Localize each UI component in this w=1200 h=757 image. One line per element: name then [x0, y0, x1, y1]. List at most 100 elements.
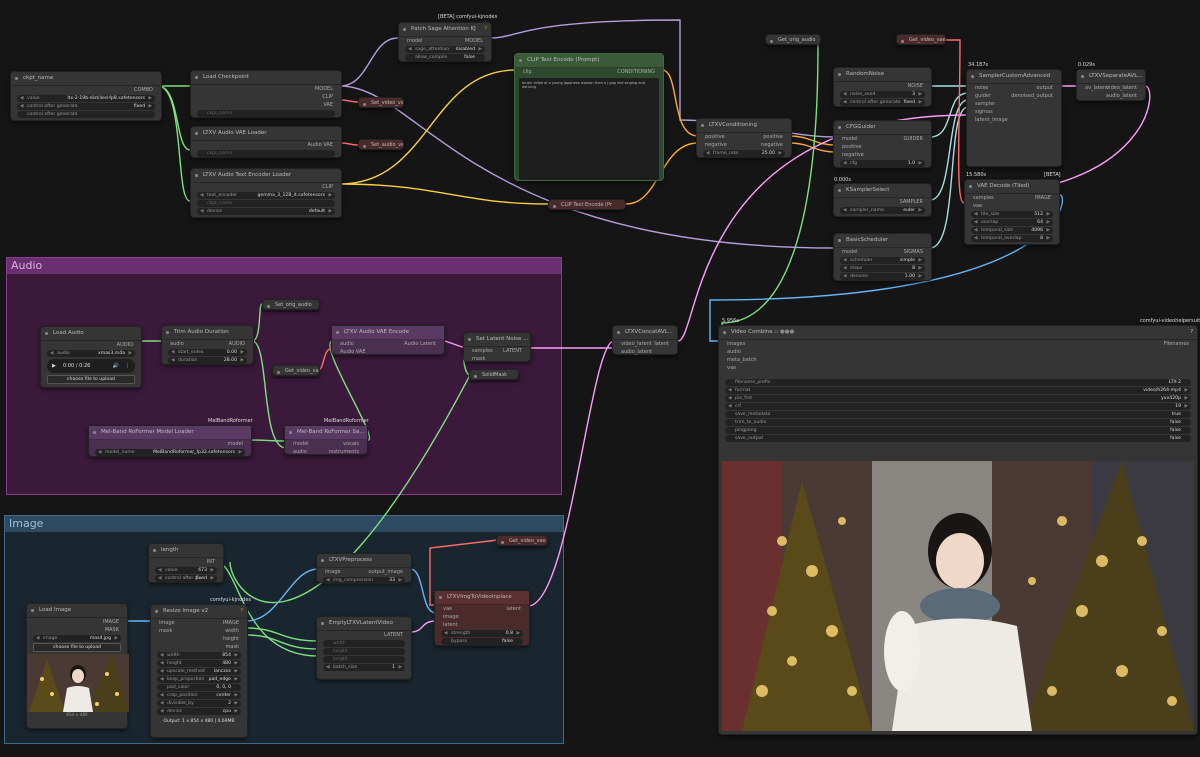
- random-noise-node[interactable]: RandomNoise NOISE ◀ noise_seed 3 ▶ ◀ control…: [833, 67, 932, 107]
- empty-latent-out[interactable]: LATENT: [384, 631, 403, 639]
- vae-image-out[interactable]: IMAGE: [1035, 194, 1051, 202]
- length-value-widget[interactable]: ◀ value 673 ▶: [155, 567, 217, 574]
- load-audio-out[interactable]: AUDIO: [117, 341, 133, 349]
- audio-vae-ckpt-widget[interactable]: ckpt_name: [197, 150, 335, 157]
- vc-filenames-out[interactable]: Filenames: [1164, 340, 1189, 348]
- vae-samples-in[interactable]: samples: [973, 194, 994, 202]
- patch-sage-model-in[interactable]: model: [407, 37, 423, 45]
- vae-vae-in[interactable]: vae: [973, 202, 982, 210]
- load-checkpoint-clip-out[interactable]: CLIP: [322, 93, 333, 101]
- load-image-node[interactable]: Load Image IMAGE MASK ◀ image mas4.jpg ▶ ch…: [26, 603, 129, 729]
- text-encoder-loader-node[interactable]: LTXV Audio Text Encoder Loader CLIP ◀ tex…: [190, 168, 342, 218]
- model-name-widget[interactable]: ◀ model_name MelBandRoformer_fp32.safetens…: [95, 449, 245, 456]
- noise-out[interactable]: NOISE: [908, 82, 923, 90]
- batch-size-widget[interactable]: ◀ batch_size 1 ▶: [323, 664, 405, 671]
- vc-crf-widget[interactable]: ◀ crf 19 ▶: [725, 403, 1191, 410]
- melsa-vocals-out[interactable]: vocals: [343, 440, 359, 448]
- basic-scheduler-node[interactable]: BasicScheduler model SIGMAS ◀ scheduler sim…: [833, 233, 932, 281]
- sep-av-latent-in[interactable]: av_latent: [1085, 84, 1108, 92]
- length-int-out[interactable]: INT: [207, 558, 215, 566]
- trim-audio-node[interactable]: Trim Audio Duration audio AUDIO ◀ start_in…: [161, 325, 254, 365]
- empty-length-widget[interactable]: length: [323, 656, 405, 663]
- cond-negative-out[interactable]: negative: [761, 141, 783, 149]
- resize-image-in[interactable]: image: [159, 619, 175, 627]
- image-file-widget[interactable]: ◀ image mas4.jpg ▶: [33, 635, 121, 642]
- sampler-out[interactable]: SAMPLER: [900, 198, 923, 206]
- ksampler-select-node[interactable]: KSamplerSelect SAMPLER ◀ sampler_name eule…: [833, 183, 932, 217]
- strength-widget[interactable]: ◀ strength 0.8 ▶: [441, 630, 523, 637]
- guider-positive-in[interactable]: positive: [842, 143, 862, 151]
- set-video-vae-node[interactable]: Set_video_vae: [358, 97, 404, 110]
- cond-positive-out[interactable]: positive: [763, 133, 783, 141]
- ltxv-conditioning-node[interactable]: LTXVConditioning positive positive negati…: [696, 118, 792, 158]
- vc-pingpong-widget[interactable]: pingpong false: [725, 427, 1191, 434]
- sampler-custom-adv-node[interactable]: SamplerCustomAdvanced noise output guider…: [966, 69, 1062, 167]
- scheduler-widget[interactable]: ◀ scheduler simple ▶: [840, 257, 925, 264]
- mask-samples-in[interactable]: samples: [472, 347, 493, 355]
- sampler-name-widget[interactable]: ◀ sampler_name euler ▶: [840, 207, 925, 214]
- frame-rate-widget[interactable]: ◀ frame_rate 25.00 ▶: [703, 150, 785, 157]
- scheduler-model-in[interactable]: model: [842, 248, 858, 256]
- vc-vae-in[interactable]: vae: [727, 364, 736, 372]
- allow-compile-widget[interactable]: allow_compile false: [405, 54, 485, 61]
- text-encoder-widget[interactable]: ◀ text_encoder gemma_3_12B_it.safetensors ▶: [197, 192, 335, 199]
- sage-attention-widget[interactable]: ◀ sage_attention disabled ▶: [405, 46, 485, 53]
- vc-save-output-widget[interactable]: save_output false: [725, 435, 1191, 442]
- resize-height-widget[interactable]: ◀ height 480 ▶: [157, 660, 241, 667]
- audio-vae-loader-node[interactable]: LTXV Audio VAE Loader Audio VAE ckpt_nam…: [190, 126, 342, 158]
- cond-negative-in[interactable]: negative: [705, 141, 727, 149]
- resize-height-out[interactable]: height: [223, 635, 239, 643]
- load-audio-node[interactable]: Load Audio AUDIO ◀ audio xmas3.m4a ▶ ▶ 0:00…: [40, 326, 142, 388]
- ckpt-name-cag2-widget[interactable]: control after generate: [17, 111, 155, 118]
- ckpt-name-cag-widget[interactable]: ◀ control after generate fixed ▶: [17, 103, 155, 110]
- help-icon[interactable]: ?: [484, 26, 487, 32]
- resize-width-widget[interactable]: ◀ width 854 ▶: [157, 652, 241, 659]
- patch-sage-model-out[interactable]: MODEL: [465, 37, 483, 45]
- steps-widget[interactable]: ◀ steps 8 ▶: [840, 265, 925, 272]
- load-checkpoint-vae-out[interactable]: VAE: [323, 101, 333, 109]
- load-checkpoint-node[interactable]: Load Checkpoint MODEL CLIP VAE ckpt_name: [190, 70, 342, 118]
- ltxv-concat-node[interactable]: LTXVConcatAVL... video_latent latent audi…: [612, 325, 678, 355]
- concat-audio-in[interactable]: audio_latent: [621, 348, 652, 356]
- load-checkpoint-model-out[interactable]: MODEL: [315, 85, 333, 93]
- noise-cag-widget[interactable]: ◀ control after generate fixed ▶: [840, 99, 925, 106]
- video-preview[interactable]: [722, 461, 1194, 731]
- guider-model-in[interactable]: model: [842, 135, 858, 143]
- melband-sampler-node[interactable]: Mel-Band RoFormer Sa... model vocals audi…: [284, 425, 368, 455]
- guider-negative-in[interactable]: negative: [842, 151, 864, 159]
- text-encoder-device-widget[interactable]: ◀ device default ▶: [197, 208, 335, 215]
- vc-trim-audio-widget[interactable]: trim_to_audio false: [725, 419, 1191, 426]
- preprocess-image-out[interactable]: output_image: [368, 568, 403, 576]
- choose-audio-button[interactable]: choose file to upload: [47, 375, 135, 384]
- sampler-output-out[interactable]: output: [1037, 84, 1054, 92]
- overlap-widget[interactable]: ◀ overlap 64 ▶: [971, 219, 1053, 226]
- melsa-instruments-out[interactable]: instruments: [329, 448, 359, 456]
- mask-mask-in[interactable]: mask: [472, 355, 485, 363]
- clip-prompt-cond-out[interactable]: CONDITIONING: [617, 68, 655, 76]
- empty-height-widget[interactable]: height: [323, 648, 405, 655]
- denoise-widget[interactable]: ◀ denoise 1.00 ▶: [840, 273, 925, 280]
- vc-format-widget[interactable]: ◀ format video/h264-mp4 ▶: [725, 387, 1191, 394]
- vc-meta-batch-in[interactable]: meta_batch: [727, 356, 757, 364]
- bypass-widget[interactable]: bypass false: [441, 638, 523, 645]
- load-checkpoint-ckpt-widget[interactable]: ckpt_name: [197, 110, 335, 117]
- audio-enc-audio-in[interactable]: audio: [340, 340, 354, 348]
- resize-keep-prop-widget[interactable]: ◀ keep_proportion pad_edge ▶: [157, 676, 241, 683]
- vc-images-in[interactable]: images: [727, 340, 745, 348]
- resize-image-out[interactable]: IMAGE: [223, 619, 239, 627]
- i2v-image-in[interactable]: image: [443, 613, 459, 621]
- sep-audio-latent-out[interactable]: audio_latent: [1106, 92, 1137, 100]
- resize-mask-out[interactable]: mask: [226, 643, 239, 651]
- audio-player[interactable]: ▶ 0:00 / 0:26 🔊 ⋮: [47, 359, 135, 373]
- get-video-vae-node[interactable]: Get_video_vae: [896, 34, 946, 47]
- melsa-audio-in[interactable]: audio: [293, 448, 307, 456]
- sampler-sigmas-in[interactable]: sigmas: [975, 108, 993, 116]
- audio-vae-encode-node[interactable]: LTXV Audio VAE Encode audio Audio Latent …: [331, 325, 445, 355]
- vae-decode-tiled-node[interactable]: VAE Decode (Tiled) samples IMAGE vae ◀ til…: [964, 179, 1060, 245]
- vc-pix-fmt-widget[interactable]: ◀ pix_fmt yuv420p ▶: [725, 395, 1191, 402]
- text-encoder-clip-out[interactable]: CLIP: [322, 183, 333, 191]
- trim-audio-in[interactable]: audio: [170, 340, 184, 348]
- length-node[interactable]: length INT ◀ value 673 ▶ ◀ control after g..…: [148, 543, 224, 583]
- ckpt-name-value-widget[interactable]: ◀ value ltx-2-19b-distilled-fp8.safetensor…: [17, 95, 155, 102]
- length-cag-widget[interactable]: ◀ control after g... fixed ▶: [155, 575, 217, 582]
